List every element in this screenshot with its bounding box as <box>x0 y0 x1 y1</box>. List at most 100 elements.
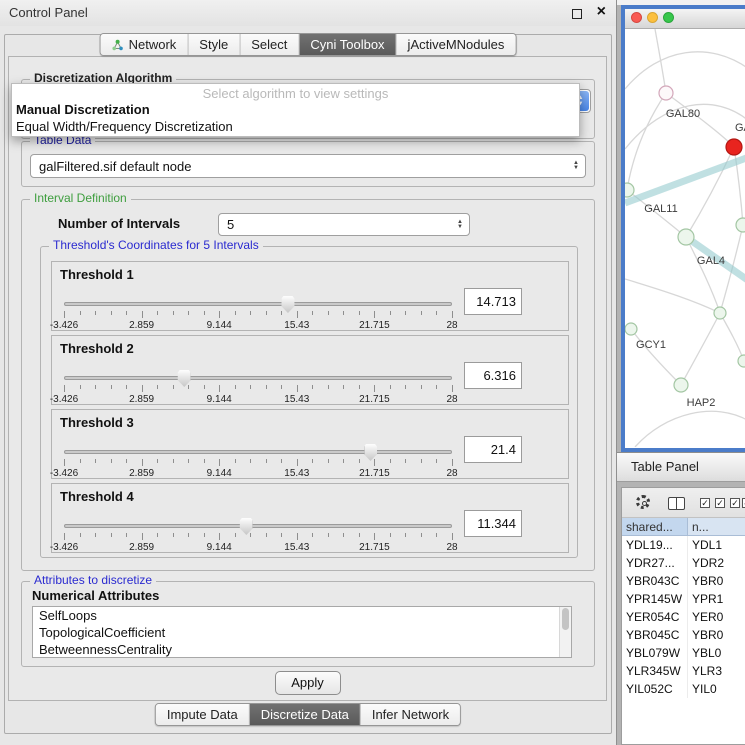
cell-name[interactable]: YDR2 <box>688 554 745 572</box>
tick-mark <box>436 385 437 389</box>
window-titlebar[interactable]: Control Panel × <box>0 0 616 26</box>
dropdown-item-equal-width-frequency-discretization[interactable]: Equal Width/Frequency Discretization <box>12 118 579 135</box>
float-window-icon[interactable] <box>572 9 582 19</box>
slider-ticks <box>64 311 452 319</box>
select-checkbox-icon[interactable]: ✓ <box>715 498 725 508</box>
tab-impute-data[interactable]: Impute Data <box>156 704 250 725</box>
slider-track[interactable] <box>64 376 452 380</box>
network-edge[interactable] <box>631 329 681 385</box>
attributes-scrollbar[interactable] <box>559 607 571 657</box>
tab-network[interactable]: Network <box>101 34 189 55</box>
table-row[interactable]: YBR043CYBR0 <box>622 572 745 590</box>
network-node[interactable] <box>714 307 726 319</box>
threshold-1-value-field[interactable]: 14.713 <box>464 288 522 315</box>
tab-select[interactable]: Select <box>240 34 299 55</box>
network-edge[interactable] <box>681 313 720 385</box>
table-row[interactable]: YDL19...YDL1 <box>622 536 745 554</box>
list-item-betweennesscentrality[interactable]: BetweennessCentrality <box>33 641 571 658</box>
network-canvas[interactable]: GAL80GAGAL11GAL4GCY1HAP2 <box>625 29 745 447</box>
cell-shared-name[interactable]: YBL079W <box>622 644 688 662</box>
tick-mark <box>359 385 360 389</box>
tab-style[interactable]: Style <box>188 34 240 55</box>
tab-jactivemnodules[interactable]: jActiveMNodules <box>397 34 516 55</box>
network-edge[interactable] <box>625 52 745 89</box>
cell-name[interactable]: YBR0 <box>688 626 745 644</box>
network-edge[interactable] <box>625 157 745 203</box>
column-header[interactable]: n... <box>688 518 745 535</box>
cell-shared-name[interactable]: YER054C <box>622 608 688 626</box>
table-row[interactable]: YDR27...YDR2 <box>622 554 745 572</box>
threshold-3-value-field[interactable]: 21.4 <box>464 436 522 463</box>
table-row[interactable]: YBR045CYBR0 <box>622 626 745 644</box>
network-node[interactable] <box>625 183 634 197</box>
cell-shared-name[interactable]: YDR27... <box>622 554 688 572</box>
cell-name[interactable]: YDL1 <box>688 536 745 554</box>
cell-name[interactable]: YPR1 <box>688 590 745 608</box>
cell-shared-name[interactable]: YBR045C <box>622 626 688 644</box>
column-header[interactable]: shared... <box>622 518 688 535</box>
columns-icon[interactable] <box>668 497 685 510</box>
minimize-traffic-light-icon[interactable] <box>647 12 658 23</box>
gear-icon[interactable] <box>636 495 650 509</box>
cell-name[interactable]: YIL0 <box>688 680 745 698</box>
slider-track[interactable] <box>64 524 452 528</box>
network-node[interactable] <box>674 378 688 392</box>
threshold-4-value-field[interactable]: 11.344 <box>464 510 522 537</box>
tick-label: 2.859 <box>129 468 154 479</box>
network-graph[interactable]: GAL80GAGAL11GAL4GCY1HAP2 <box>625 29 745 447</box>
slider-track[interactable] <box>64 450 452 454</box>
close-traffic-light-icon[interactable] <box>631 12 642 23</box>
cell-shared-name[interactable]: YBR043C <box>622 572 688 590</box>
network-node[interactable] <box>678 229 694 245</box>
table-data-combobox[interactable]: galFiltered.sif default node ▲ ▼ <box>30 154 586 178</box>
tab-cyni-toolbox[interactable]: Cyni Toolbox <box>299 34 396 55</box>
network-node[interactable] <box>659 86 673 100</box>
network-edge[interactable] <box>635 411 745 447</box>
cell-shared-name[interactable]: YPR145W <box>622 590 688 608</box>
slider-track[interactable] <box>64 302 452 306</box>
cell-shared-name[interactable]: YDL19... <box>622 536 688 554</box>
table-row[interactable]: YLR345WYLR3 <box>622 662 745 680</box>
cell-name[interactable]: YER0 <box>688 608 745 626</box>
network-edge[interactable] <box>627 93 666 190</box>
threshold-2-slider[interactable]: -3.4262.8599.14415.4321.71528 <box>64 370 452 406</box>
network-node[interactable] <box>738 355 745 367</box>
cell-shared-name[interactable]: YIL052C <box>622 680 688 698</box>
network-edge[interactable] <box>720 313 744 361</box>
tab-infer-network[interactable]: Infer Network <box>361 704 460 725</box>
network-edge[interactable] <box>686 147 734 237</box>
cell-name[interactable]: YBR0 <box>688 572 745 590</box>
cell-name[interactable]: YBL0 <box>688 644 745 662</box>
dropdown-item-manual-discretization[interactable]: Manual Discretization <box>12 101 579 118</box>
network-node[interactable] <box>726 139 742 155</box>
table-row[interactable]: YER054CYER0 <box>622 608 745 626</box>
select-checkbox-icon[interactable]: ✓ <box>730 498 740 508</box>
network-node[interactable] <box>736 218 745 232</box>
threshold-4-slider[interactable]: -3.4262.8599.14415.4321.71528 <box>64 518 452 554</box>
threshold-3-slider[interactable]: -3.4262.8599.14415.4321.71528 <box>64 444 452 480</box>
network-edge[interactable] <box>666 93 734 147</box>
table-row[interactable]: YIL052CYIL0 <box>622 680 745 698</box>
apply-button[interactable]: Apply <box>275 671 341 695</box>
cell-shared-name[interactable]: YLR345W <box>622 662 688 680</box>
scrollbar-thumb[interactable] <box>562 608 569 630</box>
network-node[interactable] <box>625 323 637 335</box>
close-icon[interactable]: × <box>597 4 606 20</box>
select-checkbox-icon[interactable]: ✓ <box>700 498 710 508</box>
table-row[interactable]: YBL079WYBL0 <box>622 644 745 662</box>
threshold-3-panel: Threshold 3-3.4262.8599.14415.4321.71528… <box>51 409 569 479</box>
network-window-titlebar[interactable] <box>625 9 745 29</box>
threshold-2-value-field[interactable]: 6.316 <box>464 362 522 389</box>
table-row[interactable]: YPR145WYPR1 <box>622 590 745 608</box>
table-panel-header[interactable]: Table Panel <box>617 452 745 482</box>
network-edge[interactable] <box>625 279 720 313</box>
number-of-intervals-combobox[interactable]: 5 ▲ ▼ <box>218 213 470 236</box>
zoom-traffic-light-icon[interactable] <box>663 12 674 23</box>
attributes-listbox[interactable]: SelfLoopsTopologicalCoefficientBetweenne… <box>32 606 572 658</box>
tick-mark <box>173 385 174 389</box>
cell-name[interactable]: YLR3 <box>688 662 745 680</box>
list-item-topologicalcoefficient[interactable]: TopologicalCoefficient <box>33 624 571 641</box>
list-item-selfloops[interactable]: SelfLoops <box>33 607 571 624</box>
threshold-1-slider[interactable]: -3.4262.8599.14415.4321.71528 <box>64 296 452 332</box>
tab-discretize-data[interactable]: Discretize Data <box>250 704 361 725</box>
